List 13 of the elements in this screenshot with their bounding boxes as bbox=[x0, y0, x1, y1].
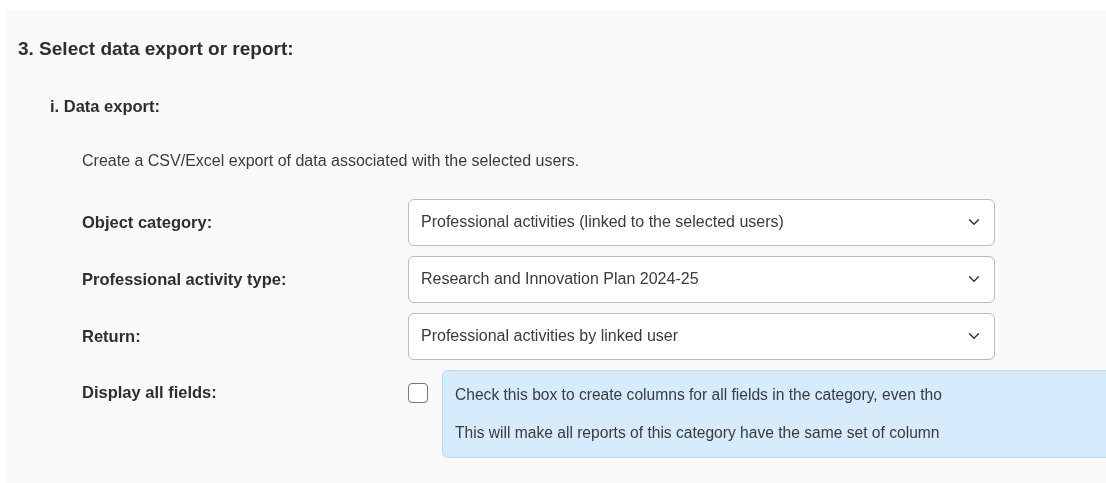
dropdown-field[interactable]: Professional activities (linked to the selected users) bbox=[408, 198, 995, 246]
description-text: Create a CSV/Excel export of data associated with the selected users. bbox=[82, 150, 581, 171]
subsection-heading: i. Data export: bbox=[50, 96, 162, 117]
help-text: This will make all reports of this category have the same set of column bbox=[455, 422, 941, 443]
section-heading: 3. Select data export or report: bbox=[18, 38, 295, 61]
dropdown-field[interactable]: Research and Innovation Plan 2024-25 bbox=[408, 255, 995, 303]
field-label: Display all fields: bbox=[82, 381, 218, 403]
field-label: Professional activity type: bbox=[82, 268, 288, 290]
field-label: Return: bbox=[82, 325, 142, 347]
dropdown-field[interactable]: Professional activities by linked user bbox=[408, 312, 995, 360]
help-text: Check this box to create columns for all fields in the category, even tho bbox=[455, 384, 943, 405]
field-label: Object category: bbox=[82, 211, 214, 233]
checkbox[interactable] bbox=[408, 382, 428, 403]
